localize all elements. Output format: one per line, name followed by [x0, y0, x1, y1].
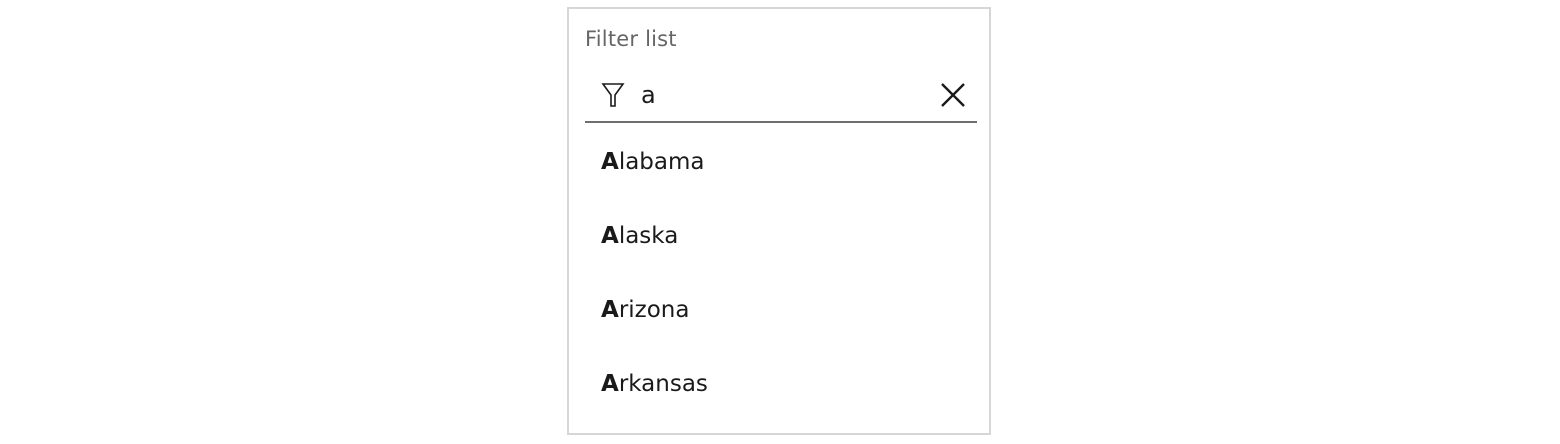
result-item-rest: laska [618, 223, 679, 249]
match-highlight: A [601, 223, 619, 249]
result-item-alabama[interactable]: Alabama [569, 129, 989, 203]
close-x-icon [941, 83, 965, 107]
result-item-rest: rizona [618, 297, 690, 323]
filter-list-panel: Filter list Alabama Alaska Arizona Arkan… [567, 7, 991, 435]
filter-funnel-icon [601, 82, 625, 108]
match-highlight: A [601, 149, 619, 175]
filter-search-field[interactable] [585, 69, 977, 123]
filter-search-input[interactable] [641, 79, 931, 111]
clear-search-button[interactable] [939, 81, 967, 109]
result-item-arizona[interactable]: Arizona [569, 277, 989, 351]
filtered-results-list: Alabama Alaska Arizona Arkansas [569, 129, 989, 425]
result-item-rest: labama [618, 149, 705, 175]
result-item-rest: rkansas [618, 371, 708, 397]
result-item-alaska[interactable]: Alaska [569, 203, 989, 277]
result-item-arkansas[interactable]: Arkansas [569, 351, 989, 425]
filter-list-label: Filter list [585, 27, 677, 51]
match-highlight: A [601, 371, 619, 397]
match-highlight: A [601, 297, 619, 323]
